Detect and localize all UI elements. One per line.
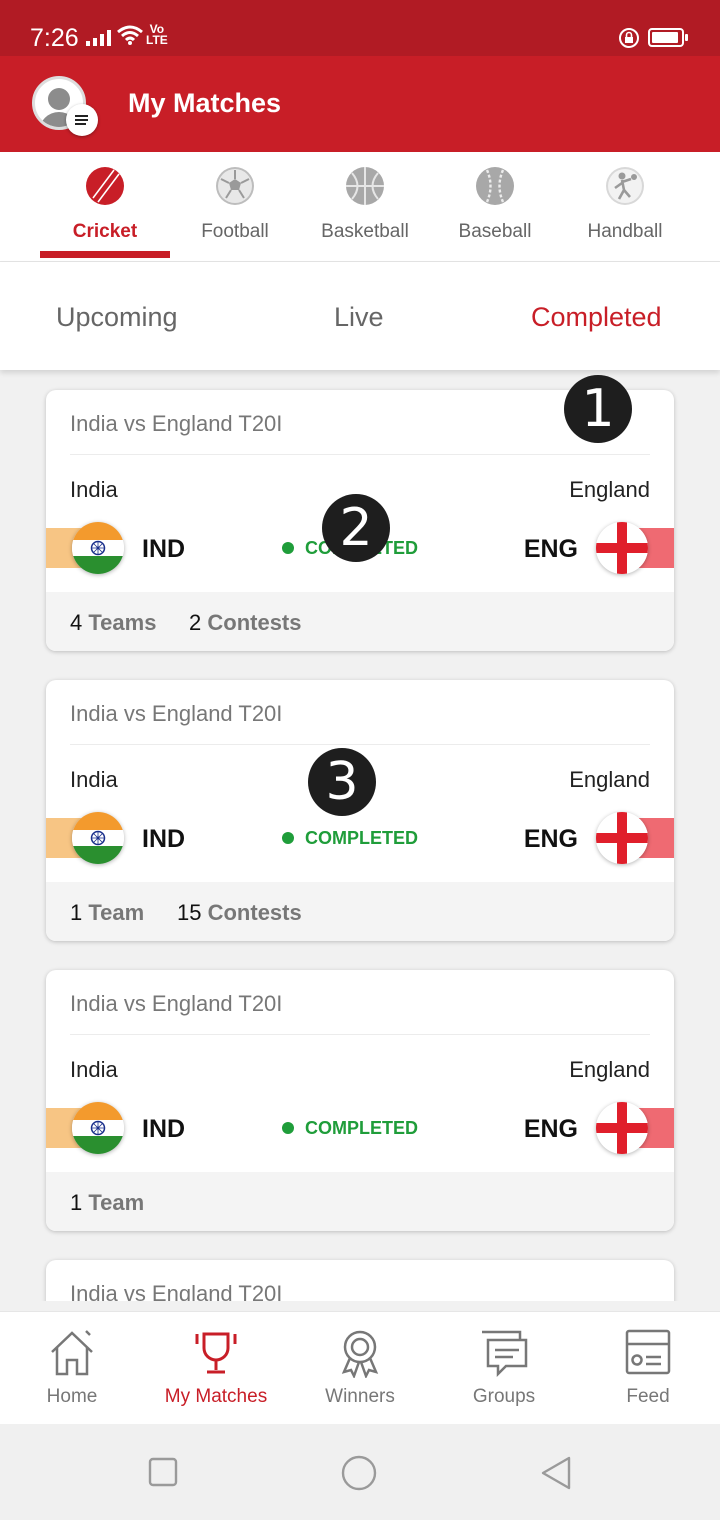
rotation-lock-icon	[619, 28, 639, 48]
status-dot	[282, 1122, 294, 1134]
contests-stat: 15 Contests	[177, 900, 302, 925]
india-flag-icon	[72, 522, 124, 574]
tab-label: Football	[201, 221, 269, 242]
tab-baseball[interactable]: Baseball	[430, 152, 560, 262]
team1-code: IND	[142, 1115, 186, 1143]
team2-code: ENG	[523, 1115, 578, 1143]
nav-home[interactable]: Home	[0, 1312, 144, 1425]
home-circle-icon[interactable]	[341, 1455, 377, 1491]
page-title: My Matches	[128, 88, 282, 118]
signal-icon	[86, 30, 111, 46]
team1-name: India	[70, 767, 118, 792]
sport-tabs: Cricket Football Basketball Baseball Han…	[0, 152, 720, 262]
award-icon	[341, 1330, 379, 1378]
nav-winners[interactable]: Winners	[288, 1312, 432, 1425]
england-flag-icon	[596, 1102, 648, 1154]
baseball-icon	[476, 167, 514, 205]
teams-stat: 1 Team	[70, 900, 145, 925]
tab-live[interactable]: Live	[334, 300, 384, 334]
tab-label: Handball	[587, 221, 663, 242]
teams-stat: 1 Team	[70, 1190, 145, 1215]
team2-code: ENG	[523, 535, 578, 563]
nav-my-matches[interactable]: My Matches	[144, 1312, 288, 1425]
match-card[interactable]: India vs England T20I	[46, 1260, 674, 1301]
recent-apps-icon[interactable]	[148, 1457, 178, 1487]
tab-football[interactable]: Football	[170, 152, 300, 262]
status-dot	[282, 832, 294, 844]
nav-label: My Matches	[164, 1386, 268, 1407]
battery-icon	[648, 28, 688, 47]
card-footer: 1 Team 15 Contests	[46, 882, 674, 941]
volte-indicator: Vo LTE	[146, 22, 168, 47]
annotation-marker: 2	[322, 494, 390, 562]
match-title: India vs England T20I	[70, 1281, 283, 1301]
match-title: India vs England T20I	[70, 411, 283, 436]
tab-label: Cricket	[72, 221, 138, 242]
india-flag-icon	[72, 1102, 124, 1154]
nav-feed[interactable]: Feed	[576, 1312, 720, 1425]
england-flag-icon	[596, 812, 648, 864]
system-navigation-bar	[0, 1424, 720, 1520]
status-label: COMPLETED	[305, 1118, 419, 1138]
basketball-icon	[346, 167, 384, 205]
nav-groups[interactable]: Groups	[432, 1312, 576, 1425]
clock: 7:26	[30, 24, 79, 52]
match-status: COMPLETED	[282, 827, 418, 849]
tab-basketball[interactable]: Basketball	[300, 152, 430, 262]
teams-stat: 4 Teams	[70, 610, 157, 635]
football-icon	[216, 167, 254, 205]
trophy-icon	[195, 1332, 237, 1374]
bottom-navigation: Home My Matches Winners Groups Feed	[0, 1311, 720, 1424]
team2-name: England	[569, 767, 650, 792]
tab-handball[interactable]: Handball	[560, 152, 690, 262]
nav-label: Winners	[325, 1386, 395, 1407]
india-flag-icon	[72, 812, 124, 864]
card-footer: 4 Teams 2 Contests	[46, 592, 674, 651]
match-status-tabs: Upcoming Live Completed	[0, 262, 720, 370]
nav-label: Feed	[626, 1386, 670, 1407]
app-bar: My Matches	[0, 56, 720, 152]
status-bar: 7:26 Vo LTE	[0, 0, 720, 56]
tab-label: Basketball	[321, 221, 409, 242]
england-flag-icon	[596, 522, 648, 574]
divider	[70, 1034, 650, 1035]
nav-label: Home	[46, 1386, 98, 1407]
match-card[interactable]: India vs England T20I India England IND …	[46, 970, 674, 1231]
tab-upcoming[interactable]: Upcoming	[56, 300, 178, 334]
nav-label: Groups	[472, 1386, 536, 1407]
divider	[70, 454, 650, 455]
team2-name: England	[569, 1057, 650, 1082]
card-footer: 1 Team	[46, 1172, 674, 1231]
tab-label: Baseball	[458, 221, 532, 242]
feed-icon	[625, 1329, 671, 1375]
active-tab-indicator	[40, 251, 170, 258]
tab-cricket[interactable]: Cricket	[40, 152, 170, 262]
team2-code: ENG	[523, 825, 578, 853]
annotation-marker: 3	[308, 748, 376, 816]
team1-code: IND	[142, 535, 186, 563]
annotation-marker: 1	[564, 375, 632, 443]
chat-icon	[482, 1330, 528, 1378]
match-status: COMPLETED	[282, 1117, 418, 1139]
contests-stat: 2 Contests	[189, 610, 302, 635]
menu-icon[interactable]	[66, 104, 98, 136]
team1-name: India	[70, 1057, 118, 1082]
tab-completed[interactable]: Completed	[531, 300, 662, 334]
back-icon[interactable]	[539, 1455, 573, 1491]
handball-icon	[606, 167, 644, 205]
cricket-ball-icon	[86, 167, 124, 205]
team1-name: India	[70, 477, 118, 502]
status-dot	[282, 542, 294, 554]
match-title: India vs England T20I	[70, 991, 283, 1016]
match-title: India vs England T20I	[70, 701, 283, 726]
home-icon	[51, 1330, 93, 1376]
divider	[70, 744, 650, 745]
team1-code: IND	[142, 825, 186, 853]
team2-name: England	[569, 477, 650, 502]
status-label: COMPLETED	[305, 828, 419, 848]
wifi-icon	[117, 25, 143, 45]
